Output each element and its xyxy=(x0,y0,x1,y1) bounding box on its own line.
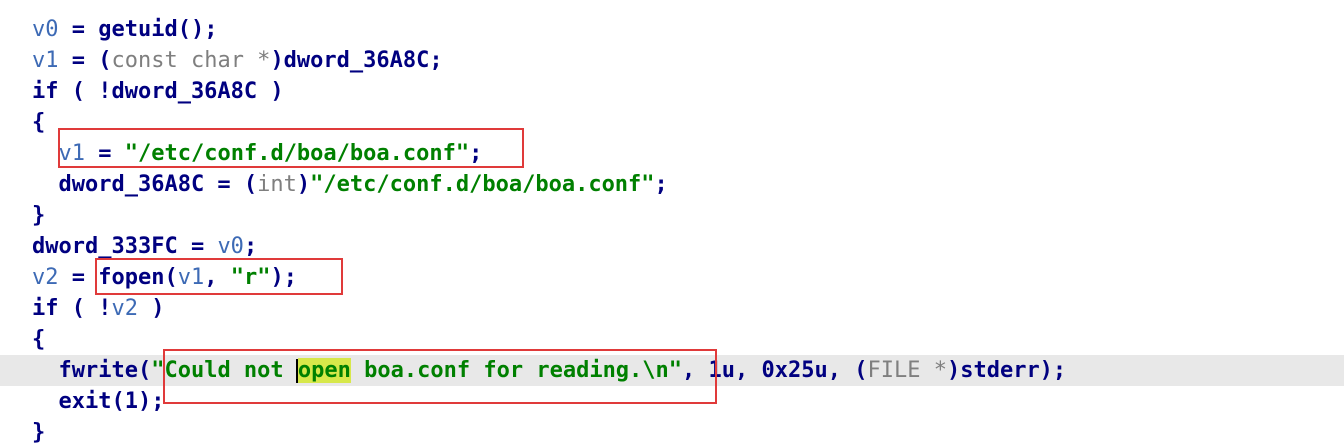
variable-v0[interactable]: v0 xyxy=(217,234,244,259)
variable-v1[interactable]: v1 xyxy=(178,265,205,290)
brace: } xyxy=(32,420,46,445)
variable-v1[interactable]: v1 xyxy=(32,48,59,73)
variable-v2[interactable]: v2 xyxy=(111,296,138,321)
code-line[interactable]: dword_36A8C = (int)"/etc/conf.d/boa/boa.… xyxy=(0,169,1344,200)
code-line[interactable]: if ( !v2 ) xyxy=(0,293,1344,324)
code-token: = xyxy=(85,141,125,166)
variable-v2[interactable]: v2 xyxy=(32,265,59,290)
variable-v1[interactable]: v1 xyxy=(59,141,86,166)
code-line[interactable]: dword_333FC = v0; xyxy=(0,231,1344,262)
code-line[interactable]: { xyxy=(0,107,1344,138)
brace: { xyxy=(32,327,46,352)
type-cast: int xyxy=(257,172,297,197)
code-token: = xyxy=(58,17,99,42)
function-fopen[interactable]: fopen( xyxy=(98,265,177,290)
function-getuid[interactable]: getuid xyxy=(98,17,177,42)
string-config-path[interactable]: "/etc/conf.d/boa/boa.conf" xyxy=(125,141,469,166)
code-token: , 1u, 0x25u, ( xyxy=(682,358,868,383)
code-token: dword_36A8C = ( xyxy=(32,172,258,197)
code-token: (); xyxy=(177,17,218,42)
if-statement: if ( !dword_36A8C ) xyxy=(32,79,284,104)
code-token: )stderr); xyxy=(946,358,1067,383)
code-token: ; xyxy=(654,172,668,197)
code-line-current[interactable]: fwrite("Could not open boa.conf for read… xyxy=(0,355,1344,386)
code-token: ); xyxy=(270,265,297,290)
code-line[interactable]: if ( !dword_36A8C ) xyxy=(0,76,1344,107)
string-mode[interactable]: "r" xyxy=(231,265,271,290)
brace: { xyxy=(32,110,46,135)
code-line[interactable]: } xyxy=(0,417,1344,448)
code-line[interactable]: v2 = fopen(v1, "r"); xyxy=(0,262,1344,293)
type-cast: const char * xyxy=(111,48,271,73)
code-token: dword_333FC = xyxy=(32,234,218,259)
code-token: ) xyxy=(296,172,311,197)
code-token: ) xyxy=(137,296,165,321)
type-cast: FILE * xyxy=(867,358,947,383)
code-line[interactable]: exit(1); xyxy=(0,386,1344,417)
code-line[interactable]: } xyxy=(0,200,1344,231)
code-line[interactable]: v0 = getuid(); xyxy=(0,14,1344,45)
code-token: = ( xyxy=(58,48,112,73)
code-line[interactable]: v1 = "/etc/conf.d/boa/boa.conf"; xyxy=(0,138,1344,169)
code-token: ; xyxy=(469,141,483,166)
variable-v0[interactable]: v0 xyxy=(32,17,59,42)
code-line[interactable]: { xyxy=(0,324,1344,355)
decompiled-code-view[interactable]: v0 = getuid(); v1 = (const char *)dword_… xyxy=(0,14,1344,448)
function-exit[interactable]: exit(1); xyxy=(32,389,164,414)
code-token: , xyxy=(204,265,231,290)
search-highlight[interactable]: open xyxy=(297,358,351,383)
code-line[interactable]: v1 = (const char *)dword_36A8C; xyxy=(0,45,1344,76)
string-error-message[interactable]: "Could not xyxy=(151,358,297,383)
string-config-path[interactable]: "/etc/conf.d/boa/boa.conf" xyxy=(310,172,654,197)
string-error-message[interactable]: boa.conf for reading.\n" xyxy=(351,358,682,383)
function-fwrite[interactable]: fwrite( xyxy=(32,358,151,383)
global-dword[interactable]: )dword_36A8C; xyxy=(270,48,442,73)
code-token: ; xyxy=(243,234,258,259)
code-token: if ( ! xyxy=(32,296,112,321)
code-token: = xyxy=(58,265,99,290)
brace: } xyxy=(32,203,46,228)
